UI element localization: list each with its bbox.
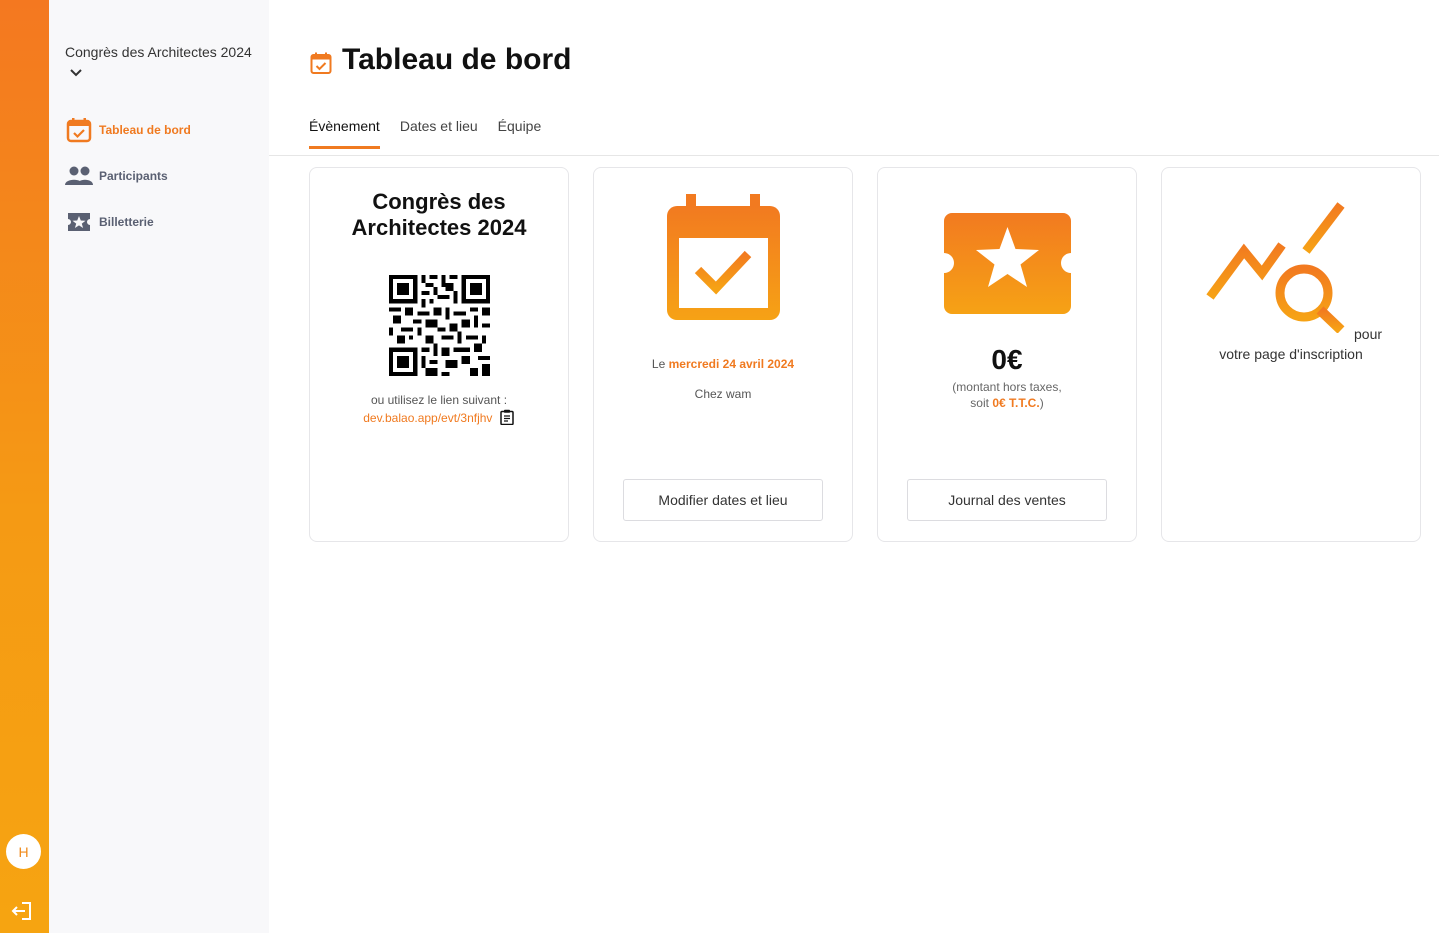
link-hint: ou utilisez le lien suivant : — [370, 393, 508, 407]
sidebar-item-dashboard[interactable]: Tableau de bord — [65, 115, 265, 145]
calendar-check-icon — [65, 116, 93, 144]
people-icon — [65, 162, 93, 190]
edit-dates-button[interactable]: Modifier dates et lieu — [623, 479, 823, 521]
sales-journal-button[interactable]: Journal des ventes — [907, 479, 1107, 521]
tab-dates-location[interactable]: Dates et lieu — [400, 118, 478, 149]
user-avatar[interactable]: H — [6, 834, 41, 869]
stats-card: pour votre page d'inscription — [1161, 167, 1421, 542]
event-selector-label[interactable]: Congrès des Architectes 2024 — [65, 44, 252, 60]
sidebar: Congrès des Architectes 2024 Tableau de … — [49, 0, 269, 933]
chevron-down-icon[interactable] — [69, 66, 83, 80]
sidebar-item-label: Tableau de bord — [99, 123, 191, 137]
sales-card: 0€ (montant hors taxes, soit 0€ T.T.C.) … — [877, 167, 1137, 542]
qr-code[interactable] — [389, 275, 490, 376]
calendar-check-icon — [667, 194, 780, 325]
sidebar-item-ticketing[interactable]: Billetterie — [65, 207, 265, 237]
divider — [269, 155, 1439, 156]
event-date: Le mercredi 24 avril 2024 — [651, 357, 795, 371]
page-title: Tableau de bord — [342, 43, 572, 76]
ticket-star-icon — [65, 208, 93, 236]
sales-amount: 0€ — [991, 344, 1023, 375]
calendar-check-icon — [309, 51, 333, 75]
ticket-star-icon — [944, 213, 1071, 319]
analytics-search-icon — [1206, 201, 1346, 338]
sidebar-item-participants[interactable]: Participants — [65, 161, 265, 191]
event-link[interactable]: dev.balao.app/evt/3nfjhv — [363, 411, 492, 425]
dates-card: Le mercredi 24 avril 2024 Chez wam Modif… — [593, 167, 853, 542]
tab-team[interactable]: Équipe — [498, 118, 542, 149]
app-rail: H — [0, 0, 49, 933]
sales-amount-note: (montant hors taxes, soit 0€ T.T.C.) — [952, 380, 1062, 410]
event-place: Chez wam — [694, 387, 752, 401]
logout-icon[interactable] — [10, 900, 34, 922]
tab-bar: Évènement Dates et lieu Équipe — [309, 118, 561, 149]
event-link-row: dev.balao.app/evt/3nfjhv — [310, 409, 568, 426]
stats-pour: pour — [1354, 326, 1383, 342]
event-card: Congrès des Architectes 2024 ou utilisez… — [309, 167, 569, 542]
clipboard-icon[interactable] — [499, 409, 515, 426]
event-title: Congrès des Architectes 2024 — [351, 189, 527, 240]
tab-event[interactable]: Évènement — [309, 118, 380, 149]
sidebar-item-label: Participants — [99, 169, 168, 183]
stats-text: votre page d'inscription — [1219, 346, 1363, 362]
sidebar-item-label: Billetterie — [99, 215, 154, 229]
